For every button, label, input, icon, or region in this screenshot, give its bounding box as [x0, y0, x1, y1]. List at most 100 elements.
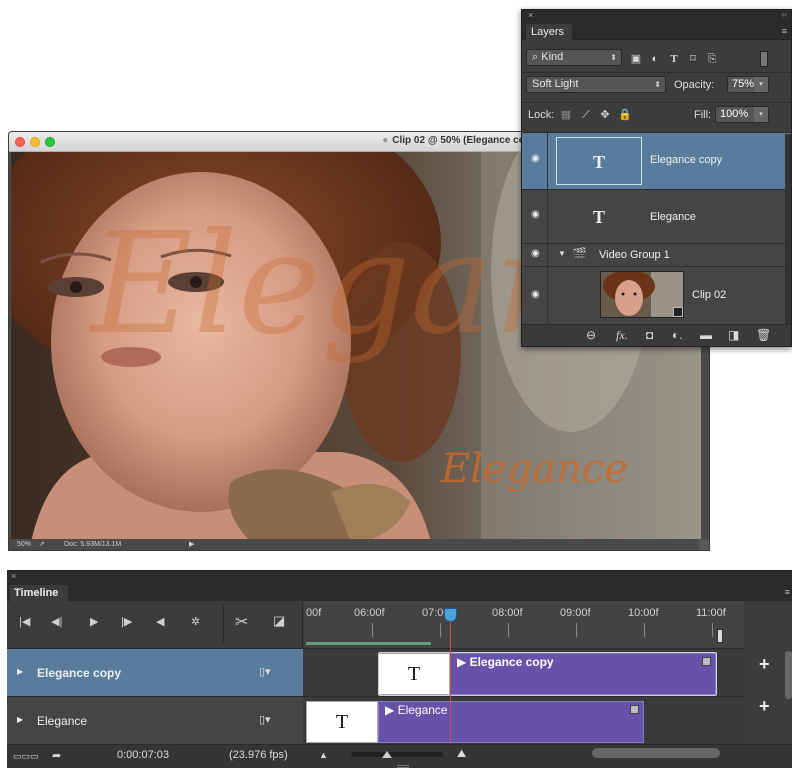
new-group-folder-icon[interactable]: ▬: [700, 328, 712, 342]
split-scissors-icon[interactable]: ✂: [235, 612, 248, 632]
add-mask-icon[interactable]: ◘: [646, 328, 653, 342]
layer-row-video-group[interactable]: ◉ ▼ 🎬 Video Group 1: [522, 243, 791, 266]
timeline-horizontal-scrollbar[interactable]: [592, 748, 720, 758]
text-layer-thumbnail: T: [556, 137, 642, 185]
zoom-slider-track[interactable]: [351, 752, 443, 757]
lock-label: Lock:: [528, 109, 555, 121]
doc-size: Doc: 5.93M/13.1M: [64, 541, 122, 548]
layers-tabbar: Layers ≡: [522, 23, 791, 40]
zoom-in-mountain-icon[interactable]: ⛰: [457, 748, 466, 761]
fx-icon[interactable]: fx.: [616, 328, 628, 343]
film-strip-icon[interactable]: ▯▾: [259, 665, 271, 678]
render-video-icon[interactable]: ➦: [52, 749, 61, 762]
video-group-icon: 🎬: [572, 247, 587, 261]
layer-name[interactable]: Video Group 1: [599, 249, 670, 261]
zoom-level[interactable]: 50%: [17, 539, 31, 550]
trash-icon[interactable]: 🗑: [756, 328, 771, 342]
type-filter-icon[interactable]: T: [666, 51, 682, 67]
status-menu-arrow-icon[interactable]: ▶: [189, 539, 194, 550]
eye-icon[interactable]: ◉: [531, 153, 540, 164]
clip-end-handle-icon[interactable]: [630, 705, 639, 714]
clip-thumbnail-frame: T: [306, 701, 378, 743]
previous-frame-icon[interactable]: ◀|: [51, 615, 62, 628]
timeline-tabbar: Timeline ≡: [7, 584, 792, 601]
ruler-tick: 08:00f: [492, 607, 523, 619]
next-frame-icon[interactable]: |▶: [121, 615, 132, 628]
layer-name[interactable]: Clip 02: [692, 289, 726, 301]
text-clip-elegance[interactable]: ▶ Elegance: [378, 701, 644, 743]
filter-toggle-switch[interactable]: [760, 51, 768, 67]
lock-position-icon[interactable]: ✥: [597, 107, 613, 123]
close-icon[interactable]: ×: [11, 571, 16, 581]
current-timecode[interactable]: 0:00:07:03: [117, 749, 169, 761]
close-icon[interactable]: ×: [528, 10, 533, 20]
timeline-vertical-scrollbar[interactable]: [785, 651, 792, 699]
ruler-tick: 09:00f: [560, 607, 591, 619]
track-lane-elegance[interactable]: T ▶ Elegance: [304, 696, 744, 744]
film-strip-icon[interactable]: ▯▾: [259, 713, 271, 726]
add-media-button[interactable]: +: [759, 654, 770, 675]
work-area-end-handle[interactable]: [717, 629, 723, 643]
eye-icon[interactable]: ◉: [531, 248, 540, 259]
panel-menu-icon[interactable]: ≡: [785, 587, 790, 597]
tab-layers[interactable]: Layers: [526, 24, 573, 40]
layer-name[interactable]: Elegance: [650, 211, 696, 223]
transition-icon[interactable]: ◪: [273, 613, 285, 629]
go-to-first-frame-icon[interactable]: |◀: [19, 615, 30, 628]
zoom-slider-knob[interactable]: [382, 751, 392, 758]
track-header-elegance-copy[interactable]: ▶ Elegance copy ▯▾: [7, 648, 303, 696]
shape-filter-icon[interactable]: ⌑: [685, 51, 701, 67]
export-icon[interactable]: ⇗: [39, 539, 45, 550]
eye-icon[interactable]: ◉: [531, 209, 540, 220]
settings-gear-icon[interactable]: ✲: [191, 615, 200, 628]
filter-kind-dropdown[interactable]: ⌕ Kind ⬍: [526, 49, 622, 66]
eye-icon[interactable]: ◉: [531, 289, 540, 300]
resize-corner[interactable]: [699, 540, 709, 550]
time-ruler[interactable]: 00f 06:00f 07:00f 08:00f 09:00f 10:00f 1…: [304, 601, 744, 648]
fill-field[interactable]: 100% ▾: [715, 106, 769, 123]
track-lane-elegance-copy[interactable]: T ▶ Elegance copy: [304, 648, 744, 696]
pixel-filter-icon[interactable]: ▣: [628, 51, 644, 67]
opacity-field[interactable]: 75% ▾: [727, 76, 769, 93]
disclosure-triangle-icon[interactable]: ▼: [558, 249, 566, 258]
layers-panel: × ‹‹ Layers ≡ ⌕ Kind ⬍ ▣ ◐ T ⌑ ⎘ Soft Li…: [521, 9, 792, 347]
layer-row-clip-02[interactable]: ◉ Clip 02: [522, 266, 791, 324]
panel-menu-icon[interactable]: ≡: [782, 26, 787, 36]
chevron-down-icon[interactable]: ▾: [754, 107, 768, 122]
layer-row-elegance[interactable]: ◉ T Elegance: [522, 189, 791, 243]
play-icon[interactable]: ▶: [90, 615, 98, 628]
track-header-elegance[interactable]: ▶ Elegance ▯▾: [7, 696, 303, 744]
expand-triangle-icon[interactable]: ▶: [17, 667, 23, 676]
frame-rate: (23.976 fps): [229, 749, 288, 761]
fill-value: 100%: [720, 108, 749, 120]
smart-object-filter-icon[interactable]: ⎘: [704, 51, 720, 67]
playhead-handle[interactable]: [444, 608, 457, 622]
layer-row-elegance-copy[interactable]: ◉ T Elegance copy: [522, 132, 791, 189]
tab-timeline[interactable]: Timeline: [10, 585, 69, 601]
audio-icon[interactable]: ◀: [156, 615, 164, 628]
collapse-icon[interactable]: ‹‹: [782, 10, 787, 19]
chevron-down-icon[interactable]: ▾: [754, 77, 768, 92]
playhead-line: [450, 608, 451, 744]
expand-triangle-icon[interactable]: ▶: [17, 715, 23, 724]
lock-all-icon[interactable]: 🔒: [617, 107, 633, 123]
zoom-out-mountain-icon[interactable]: ▲: [319, 750, 328, 760]
add-media-button[interactable]: +: [759, 696, 770, 717]
ruler-tick-line: [576, 623, 577, 637]
track-name: Elegance: [37, 714, 88, 728]
frame-mode-icon[interactable]: ▭▭▭: [13, 751, 39, 762]
lock-pixels-brush-icon[interactable]: ⟋: [578, 107, 594, 123]
layers-scrollbar[interactable]: [785, 134, 791, 324]
document-status-bar: 50% ⇗ Doc: 5.93M/13.1M ▶: [9, 539, 709, 550]
adjustment-filter-icon[interactable]: ◐: [647, 51, 663, 67]
render-bar: [306, 642, 431, 645]
film-badge-icon: [673, 307, 683, 317]
layer-name[interactable]: Elegance copy: [650, 154, 722, 166]
lock-transparent-icon[interactable]: ▦: [558, 107, 574, 123]
new-layer-icon[interactable]: ◨: [728, 328, 739, 342]
blend-mode-dropdown[interactable]: Soft Light ⬍: [526, 76, 666, 93]
search-icon: ⌕: [532, 51, 539, 63]
adjustment-layer-icon[interactable]: ◐.: [672, 328, 683, 342]
selected-clip-outline: [378, 652, 717, 696]
link-layers-icon[interactable]: ⊖: [586, 328, 596, 342]
